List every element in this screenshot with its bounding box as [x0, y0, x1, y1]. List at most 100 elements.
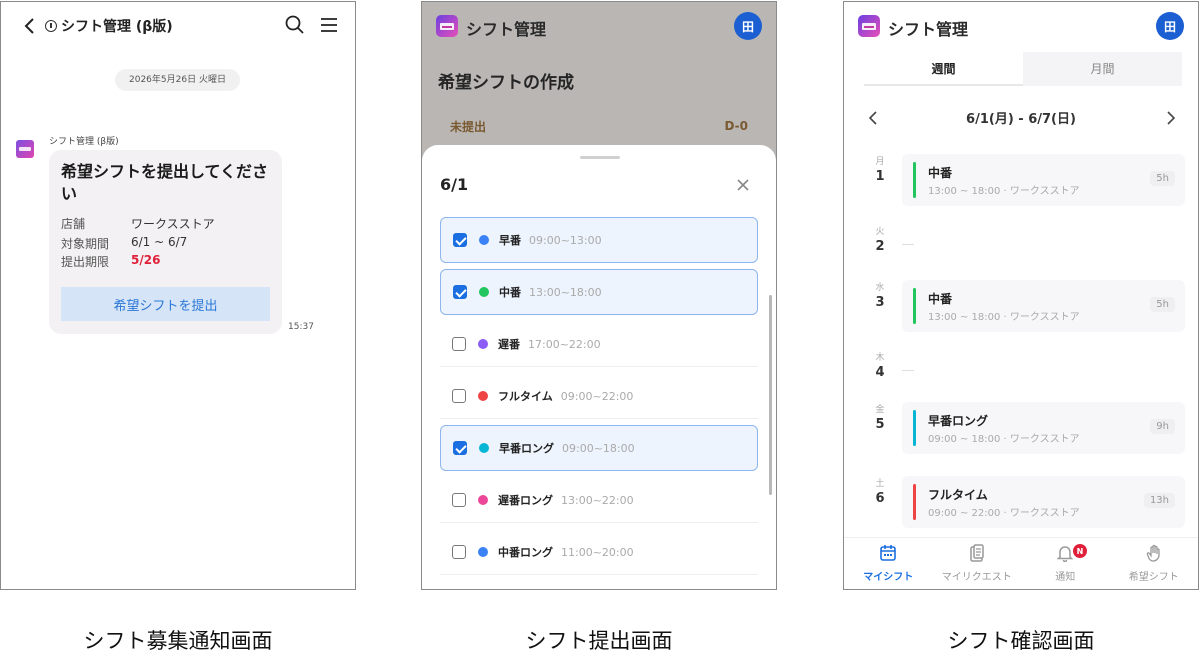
checkbox[interactable] — [452, 336, 466, 351]
nav-item-3[interactable]: 通知 N — [1021, 538, 1110, 589]
row-key: 対象期間 — [61, 237, 110, 251]
shift-color-dot — [479, 235, 489, 245]
confirm-screen: シフト管理 田 週間 月間 6/1(月) - 6/7(日) 月 1 中番 13:00 … — [843, 1, 1199, 590]
day-number: 2 — [875, 239, 885, 254]
chat-header: シフト管理 (β版) — [1, 2, 355, 50]
shift-option-label: 中番ロング 11:00~20:00 — [498, 544, 634, 560]
shift-option-label: 遅番ロング 13:00~22:00 — [498, 492, 634, 508]
weekday: 土 — [875, 479, 885, 489]
shift-color-dot — [478, 390, 488, 401]
sender-name: シフト管理 (β版) — [49, 137, 119, 147]
nav-item-4[interactable]: 希望シフト — [1110, 538, 1199, 589]
search-icon — [285, 15, 304, 34]
nav-item-1[interactable]: マイシフト — [844, 538, 933, 589]
day-label: 金5 — [870, 402, 890, 432]
shift-name: 早番ロング — [499, 442, 554, 455]
shift-color-dot — [478, 494, 488, 505]
shift-option[interactable]: 早番ロング 09:00~18:00 — [440, 425, 758, 471]
deadline-value: 5/26 — [131, 253, 161, 267]
shift-name: 中番 — [928, 292, 953, 306]
shift-option-label: 早番ロング 09:00~18:00 — [499, 440, 635, 456]
user-avatar[interactable]: 田 — [1156, 12, 1184, 40]
nav-item-2[interactable]: マイリクエスト — [933, 538, 1022, 589]
close-button[interactable] — [736, 177, 750, 196]
sheet-handle[interactable] — [580, 156, 620, 159]
shift-option[interactable]: 中番ロング 11:00~20:00 — [440, 529, 758, 575]
nav-label: 希望シフト — [1128, 572, 1179, 583]
deadline-row: 提出期限 5/26 — [61, 253, 160, 270]
shift-color-bar — [913, 162, 916, 198]
weekday: 金 — [875, 405, 885, 415]
day-label: 月1 — [870, 154, 890, 184]
shift-detail: 09:00 ~ 18:00 · ワークスストア — [928, 434, 1080, 445]
shift-color-dot — [479, 287, 489, 297]
status-row: 未提出 D-0 — [438, 108, 760, 144]
back-button[interactable] — [19, 14, 39, 38]
tab-week[interactable]: 週間 — [864, 52, 1023, 86]
weekday: 水 — [875, 283, 885, 293]
shift-time: 11:00~20:00 — [561, 545, 634, 559]
message-title: 希望シフトを提出してください — [61, 162, 269, 203]
shift-card[interactable]: フルタイム 09:00 ~ 22:00 · ワークスストア 13h — [902, 476, 1185, 528]
shift-option[interactable]: 早番 09:00~13:00 — [440, 217, 758, 263]
shift-option[interactable]: 遅番 17:00~22:00 — [440, 321, 758, 367]
shift-name: 中番 — [928, 166, 953, 180]
weekday: 木 — [875, 353, 885, 363]
scrollbar[interactable] — [769, 295, 772, 495]
row-key: 提出期限 — [61, 255, 110, 269]
shift-option-label: フルタイム 09:00~22:00 — [498, 388, 633, 404]
nav-label: マイシフト — [863, 572, 914, 583]
shift-name: 遅番 — [498, 337, 520, 351]
caption-confirm: シフト確認画面 — [947, 629, 1095, 653]
shift-option[interactable]: フルタイム 09:00~22:00 — [440, 373, 758, 419]
shift-time: 13:00~22:00 — [561, 493, 634, 507]
weekday: 火 — [875, 227, 885, 237]
prev-week-button[interactable] — [868, 110, 878, 130]
submit-screen: シフト管理 田 希望シフトの作成 未提出 D-0 6/1 早番 09:00~13:… — [421, 1, 777, 590]
shift-card[interactable]: 早番ロング 09:00 ~ 18:00 · ワークスストア 9h — [902, 402, 1185, 454]
chevron-left-icon — [868, 111, 877, 125]
checkbox[interactable] — [453, 233, 467, 247]
notification-screen: シフト管理 (β版) 2026年5月26日 火曜日 シフト管理 (β版) 希望シ… — [0, 1, 356, 590]
chat-title-text: シフト管理 (β版) — [61, 19, 173, 35]
search-button[interactable] — [285, 15, 305, 39]
next-week-button[interactable] — [1166, 110, 1176, 130]
shift-name: 早番 — [499, 234, 521, 247]
shift-card[interactable]: 中番 13:00 ~ 18:00 · ワークスストア 5h — [902, 280, 1185, 332]
shift-color-dot — [478, 546, 488, 557]
checkbox[interactable] — [452, 388, 466, 403]
date-chip: 2026年5月26日 火曜日 — [115, 69, 240, 91]
shift-card[interactable]: 中番 13:00 ~ 18:00 · ワークスストア 5h — [902, 154, 1185, 206]
checkbox[interactable] — [452, 492, 466, 507]
shift-option-list: 早番 09:00~13:00 中番 13:00~18:00 遅番 17:00~22:00 フ… — [440, 217, 758, 581]
tab-month[interactable]: 月間 — [1023, 52, 1182, 86]
shift-color-dot — [479, 443, 489, 453]
shift-option-label: 早番 09:00~13:00 — [499, 232, 602, 248]
shift-option-label: 中番 13:00~18:00 — [499, 284, 602, 300]
status-badge: D-0 — [724, 119, 748, 133]
user-avatar[interactable]: 田 — [734, 12, 762, 40]
view-tabs: 週間 月間 — [864, 52, 1182, 86]
checkbox[interactable] — [453, 441, 467, 455]
checkbox[interactable] — [452, 544, 466, 559]
day-label: 水3 — [870, 280, 890, 310]
day-number: 1 — [875, 169, 885, 184]
bottom-nav: マイシフト マイリクエスト 通知 N 希望シフト — [844, 537, 1198, 589]
shift-detail: 13:00 ~ 18:00 · ワークスストア — [928, 186, 1080, 197]
shift-name: フルタイム — [498, 389, 553, 403]
shift-option[interactable]: 中番 13:00~18:00 — [440, 269, 758, 315]
shift-option[interactable]: 遅番ロング 13:00~22:00 — [440, 477, 758, 523]
day-number: 6 — [875, 491, 885, 506]
checkbox[interactable] — [453, 285, 467, 299]
row-value: ワークスストア — [131, 217, 215, 231]
app-header: シフト管理 田 — [844, 2, 1198, 50]
shift-color-bar — [913, 484, 916, 520]
submit-preference-button[interactable]: 希望シフトを提出 — [61, 287, 270, 321]
nav-label: 通知 — [1055, 572, 1076, 583]
message-time: 15:37 — [288, 322, 314, 332]
app-logo — [436, 15, 458, 37]
menu-button[interactable] — [319, 16, 339, 38]
bell-icon — [1056, 544, 1074, 565]
row-value: 6/1 ~ 6/7 — [131, 235, 188, 249]
chevron-right-icon — [1167, 111, 1176, 125]
